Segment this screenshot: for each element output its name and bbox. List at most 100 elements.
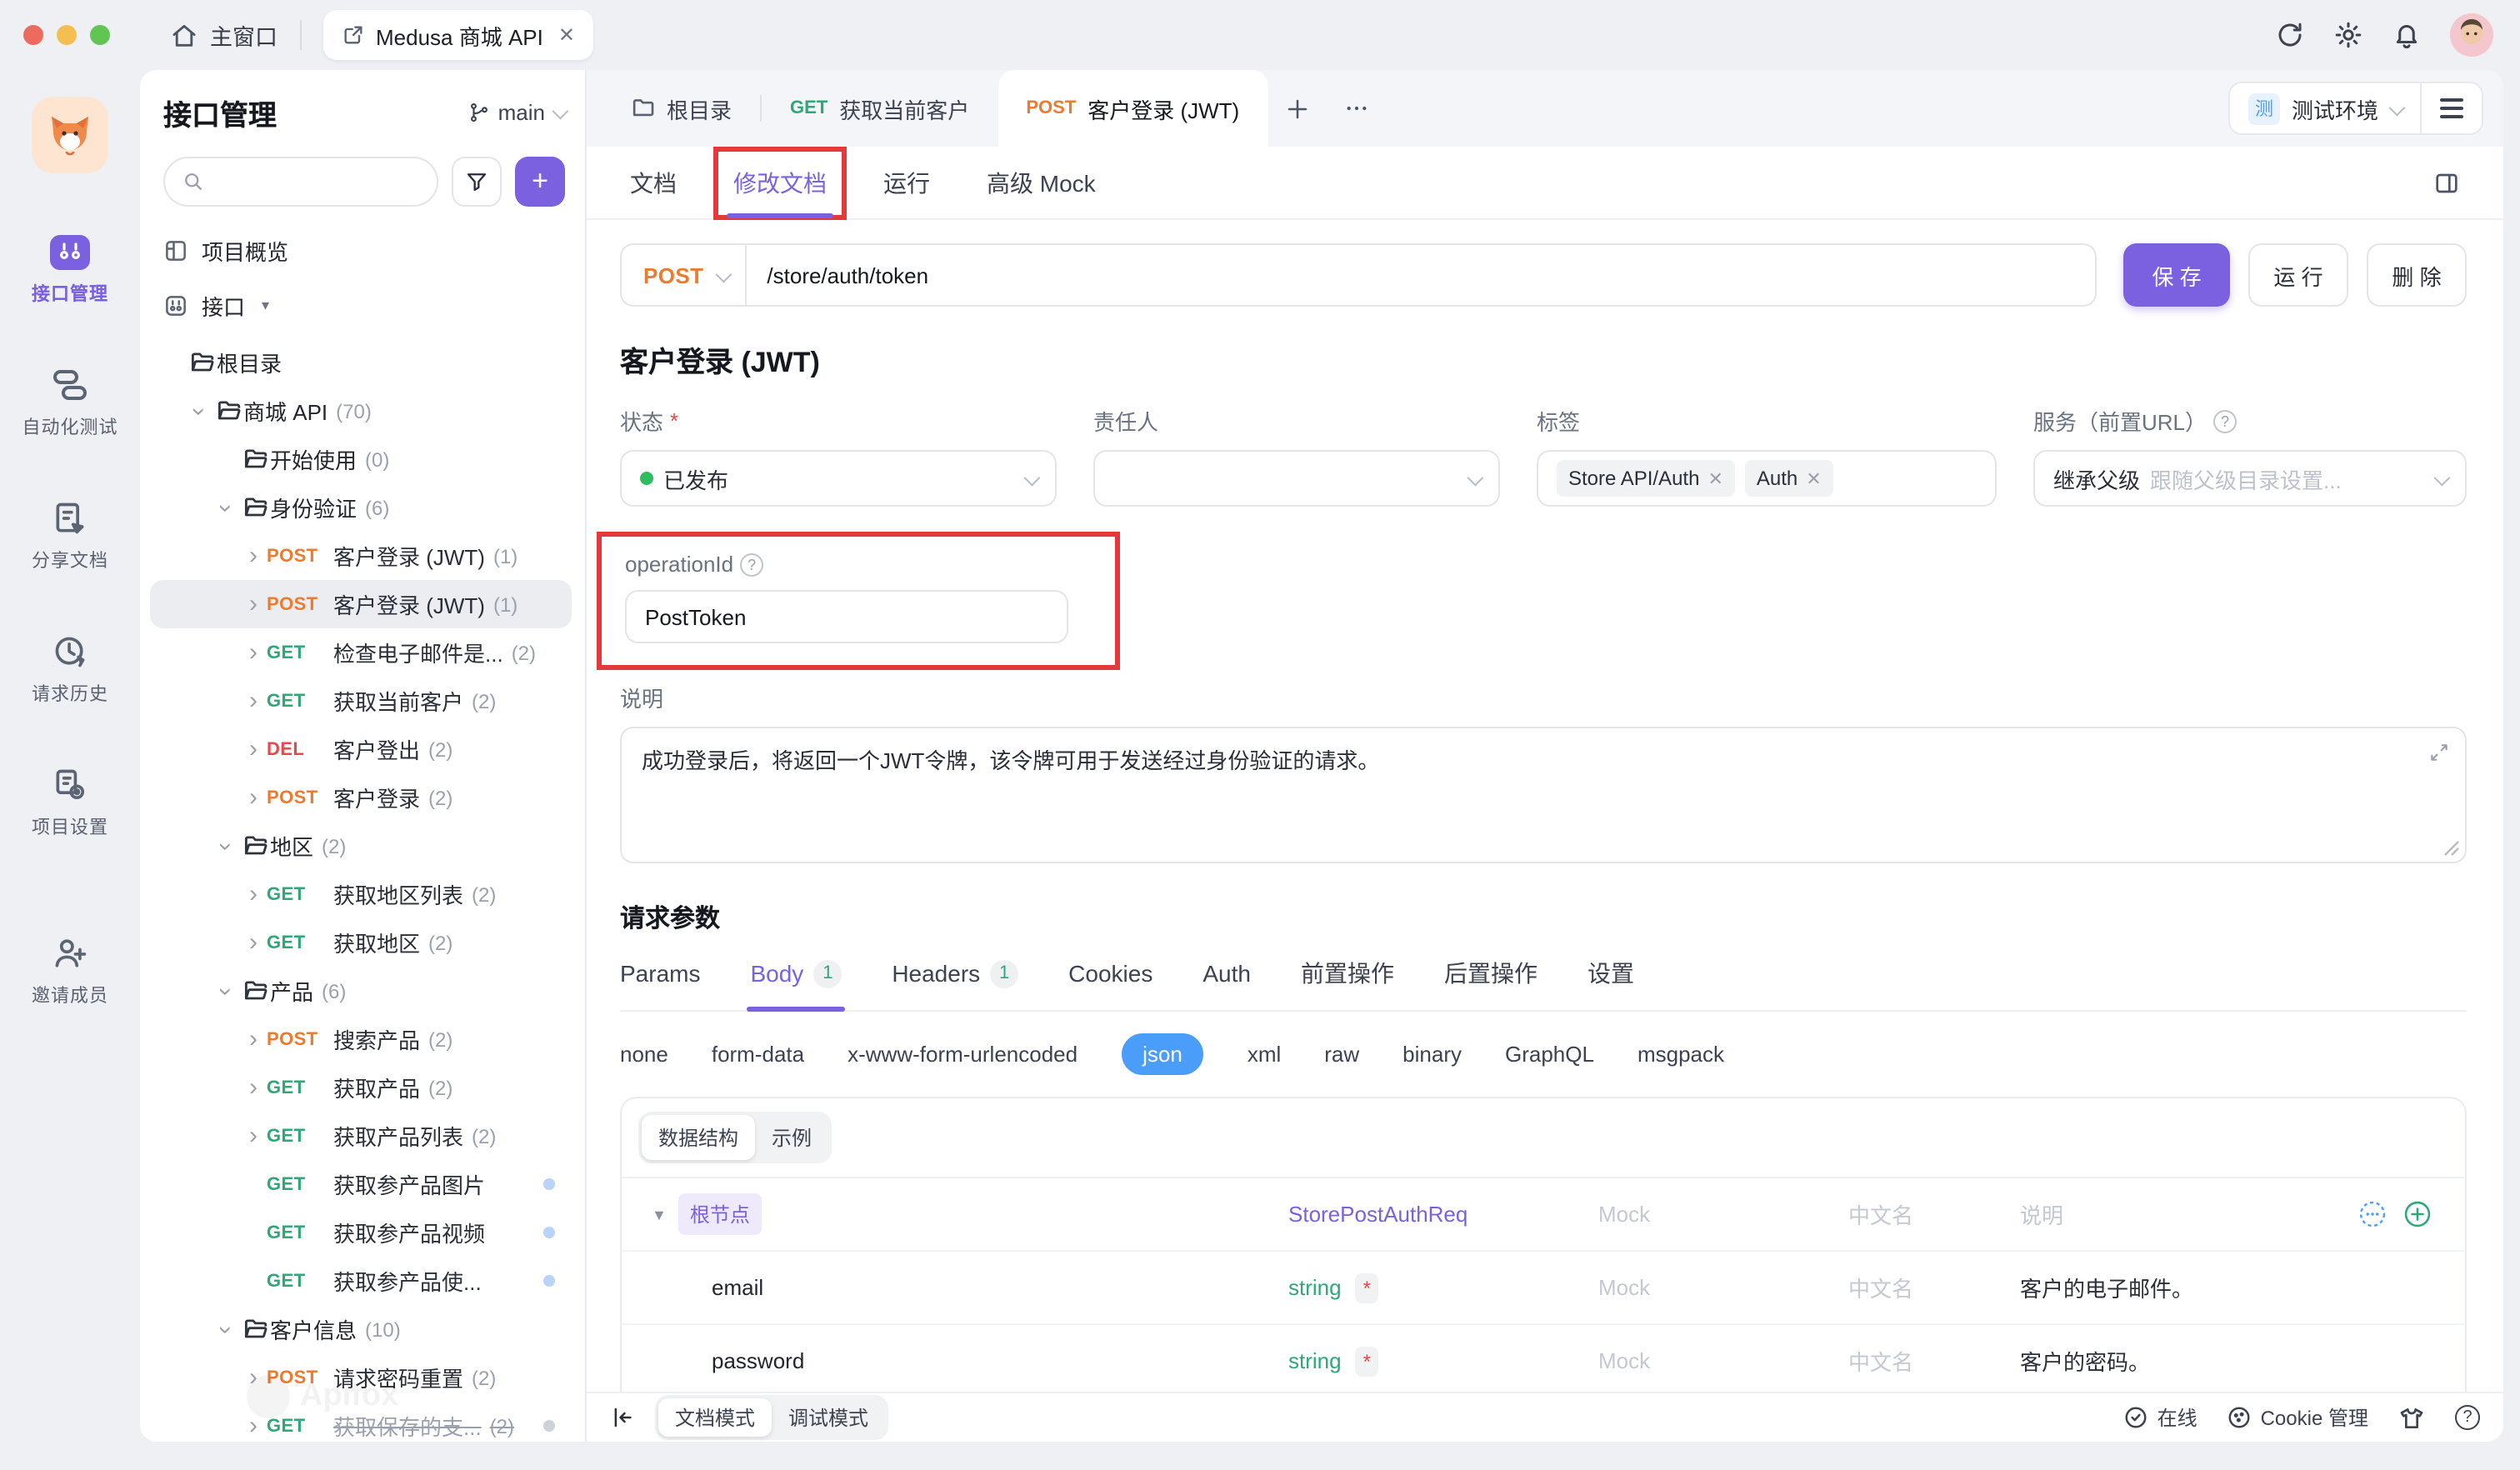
doc-tab[interactable]: 高级 Mock [987,147,1096,218]
user-avatar[interactable] [2450,13,2493,57]
chevron-icon[interactable] [240,1026,267,1052]
param-tab[interactable]: Headers 1 [892,959,1018,988]
chevron-icon[interactable] [240,881,267,908]
close-window-button[interactable] [23,25,43,45]
rail-item-project-settings[interactable]: 项目设置 [32,765,108,840]
param-tab[interactable]: 后置操作 [1444,957,1538,990]
chevron-icon[interactable] [213,494,240,521]
field-description[interactable]: 客户的电子邮件。 [2020,1272,2435,1303]
mock-placeholder[interactable]: Mock [1598,1348,1848,1373]
tree-row[interactable]: DEL 客户登出 (2) [150,725,572,773]
tab-data-structure[interactable]: 数据结构 [642,1115,755,1160]
collapse-triangle-icon[interactable]: ▼ [652,1206,667,1222]
doc-tab[interactable]: 运行 [883,147,930,218]
tree-row[interactable]: POST 搜索产品 (2) [150,1015,572,1063]
tree-row[interactable]: POST 客户登录 (JWT) (1) [150,580,572,628]
param-tab[interactable]: Params [620,960,700,987]
doc-tab[interactable]: 文档 [630,147,677,218]
tree-row[interactable]: 地区 (2) [150,822,572,870]
chevron-icon[interactable] [213,1316,240,1342]
run-button[interactable]: 运 行 [2248,243,2348,307]
chevron-icon[interactable] [240,591,267,618]
tree-row[interactable]: 开始使用 (0) [150,435,572,483]
tree-row[interactable]: 根目录 [150,338,572,387]
tree-row[interactable]: GET 获取地区 (2) [150,918,572,967]
body-type-option[interactable]: json [1121,1033,1204,1075]
tree-row[interactable]: GET 获取参产品视频 [150,1208,572,1257]
cn-name-placeholder[interactable]: 中文名 [1848,1272,2020,1303]
doc-mode-button[interactable]: 文档模式 [658,1398,772,1437]
chevron-icon[interactable] [240,736,267,762]
remove-tag-icon[interactable]: ✕ [1708,468,1722,489]
project-window-tab[interactable]: Medusa 商城 API ✕ [322,10,593,60]
chevron-icon[interactable] [240,688,267,714]
owner-select[interactable] [1093,450,1500,507]
chevron-icon[interactable] [187,398,213,424]
schema-field-row[interactable]: password string * Mock 中文名 客户的密码。 [622,1325,2465,1392]
schema-type-link[interactable]: StorePostAuthReq [1288,1202,1468,1227]
tab-root-folder[interactable]: 根目录 [603,70,760,147]
tree-row[interactable]: GET 获取产品列表 (2) [150,1112,572,1160]
sidebar-item-api[interactable]: 接口 ▾ [140,278,585,333]
rail-item-invite-members[interactable]: 邀请成员 [32,933,108,1008]
new-tab-button[interactable] [1268,96,1326,121]
param-tab[interactable]: 设置 [1588,957,1634,990]
cookie-manager[interactable]: Cookie 管理 [2228,1403,2368,1432]
tree-row[interactable]: POST 客户登录 (JWT) (1) [150,532,572,580]
save-button[interactable]: 保 存 [2123,243,2230,307]
mock-placeholder[interactable]: Mock [1598,1202,1848,1227]
notifications-bell-icon[interactable] [2392,20,2422,50]
tag-chip[interactable]: Store API/Auth ✕ [1557,460,1735,497]
field-description[interactable]: 客户的密码。 [2020,1345,2435,1377]
param-tab[interactable]: Body 1 [750,959,842,988]
tree-row[interactable]: 商城 API (70) [150,387,572,435]
body-type-option[interactable]: x-www-form-urlencoded [848,1042,1078,1067]
environment-selector[interactable]: 测 测试环境 [2230,92,2420,124]
service-select[interactable]: 继承父级 跟随父级目录设置... [2033,450,2467,507]
root-node-chip[interactable]: 根节点 [678,1193,762,1235]
project-logo[interactable] [32,97,108,173]
tree-row[interactable]: GET 获取参产品图片 [150,1160,572,1208]
collapse-sidebar-icon[interactable] [610,1405,635,1430]
rail-item-request-history[interactable]: 请求历史 [32,632,108,707]
refresh-icon[interactable] [2275,20,2305,50]
minimize-window-button[interactable] [57,25,77,45]
expand-icon[interactable] [2428,742,2450,763]
mock-placeholder[interactable]: Mock [1598,1275,1848,1300]
rail-item-share-docs[interactable]: 分享文档 [32,498,108,573]
body-type-option[interactable]: xml [1248,1042,1281,1067]
body-type-option[interactable]: binary [1402,1042,1462,1067]
tab-example[interactable]: 示例 [755,1115,828,1160]
theme-shirt-icon[interactable] [2398,1404,2425,1431]
body-type-option[interactable]: form-data [712,1042,804,1067]
param-tab[interactable]: 前置操作 [1301,957,1394,990]
settings-gear-icon[interactable] [2333,20,2363,50]
add-field-icon[interactable] [2403,1200,2432,1228]
chevron-icon[interactable] [240,542,267,569]
filter-button[interactable] [452,157,502,207]
sidebar-item-project-overview[interactable]: 项目概览 [140,223,585,278]
remove-tag-icon[interactable]: ✕ [1806,468,1821,489]
resize-handle[interactable] [2443,840,2460,857]
chevron-icon[interactable] [240,639,267,666]
tree-row[interactable]: POST 客户登录 (2) [150,773,572,822]
tree-row[interactable]: GET 获取产品 (2) [150,1063,572,1112]
add-api-button[interactable]: + [515,157,565,207]
home-tab[interactable]: 主窗口 [170,18,278,52]
param-tab[interactable]: Auth [1202,960,1251,987]
tree-row[interactable]: 产品 (6) [150,967,572,1015]
body-type-option[interactable]: none [620,1042,668,1067]
help-icon[interactable]: ? [740,552,763,576]
body-type-option[interactable]: GraphQL [1505,1042,1594,1067]
delete-button[interactable]: 删 除 [2367,243,2467,307]
close-project-tab-icon[interactable]: ✕ [558,23,575,47]
chevron-icon[interactable] [240,1122,267,1149]
search-input[interactable] [163,157,438,207]
cn-name-placeholder[interactable]: 中文名 [1848,1345,2020,1377]
more-options-icon[interactable] [2358,1200,2387,1228]
tag-chip[interactable]: Auth ✕ [1745,460,1833,497]
branch-selector[interactable]: main [468,100,565,125]
window-controls[interactable] [23,25,110,45]
rail-item-api-management[interactable]: 接口管理 [32,232,108,307]
doc-tab[interactable]: 修改文档 [733,147,827,218]
